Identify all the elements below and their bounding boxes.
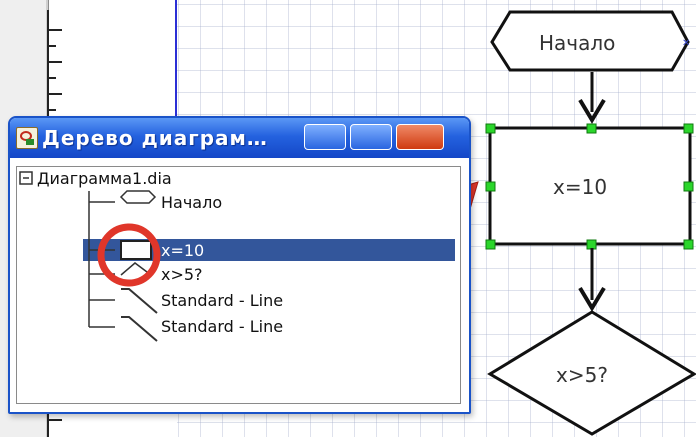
app-icon [16,127,38,149]
connection-point-icon: ✕ [682,38,690,49]
tree-item-process[interactable]: x=10 [17,239,457,263]
connector-arrow[interactable] [578,72,606,124]
close-button[interactable] [396,124,444,150]
process-node[interactable]: x=10 [488,126,692,246]
start-node[interactable]: Начало ✕ [490,10,690,72]
tree-item-label: x>5? [161,265,203,284]
decision-node[interactable]: x>5? [487,310,696,436]
diagram-tree[interactable]: Диаграмма1.dia Начало x=10 x>5? Standard… [16,166,461,404]
tree-item-line-2[interactable]: Standard - Line [17,315,457,339]
diagram-tree-window[interactable]: Дерево диаграм… Диаграмма1.dia Начало x=… [8,116,471,414]
tree-item-line-1[interactable]: Standard - Line [17,289,457,313]
decision-node-label: x>5? [556,363,608,387]
tree-item-label: Standard - Line [161,317,284,336]
maximize-button[interactable] [350,124,392,150]
tree-item-label: Начало [161,193,223,212]
start-node-label: Начало [539,31,615,55]
connector-arrow[interactable] [578,248,606,312]
tree-item-start[interactable]: Начало [17,191,457,215]
tree-item-label: x=10 [161,241,205,260]
process-node-label: x=10 [553,175,607,199]
title-bar[interactable]: Дерево диаграм… [10,118,469,158]
tree-item-label: Standard - Line [161,291,284,310]
window-title: Дерево диаграм… [42,126,268,150]
minimize-button[interactable] [304,124,346,150]
tree-root-item[interactable]: Диаграмма1.dia [17,167,457,191]
tree-root-label: Диаграмма1.dia [37,169,172,188]
tree-item-decision[interactable]: x>5? [17,263,457,287]
